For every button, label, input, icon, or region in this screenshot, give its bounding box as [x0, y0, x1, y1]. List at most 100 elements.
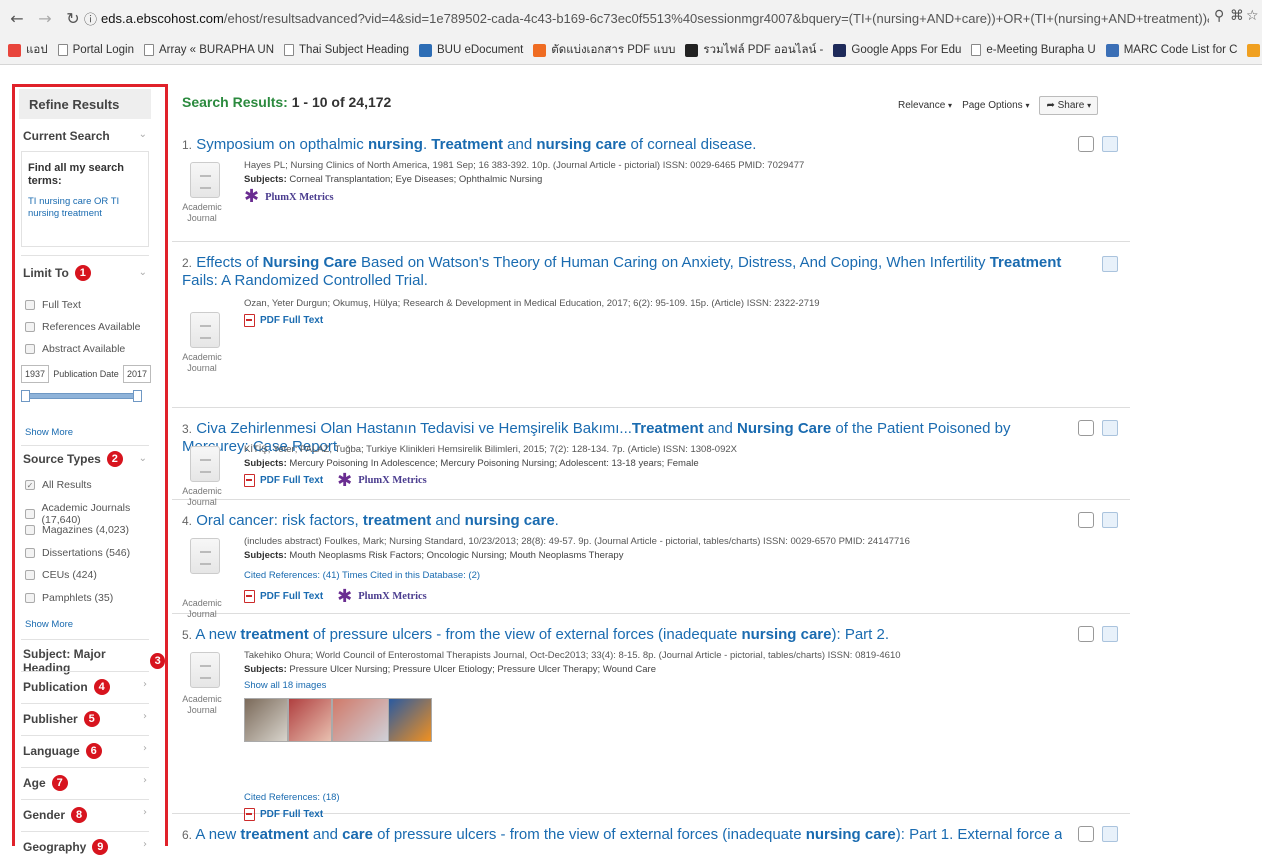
- bookmark-item[interactable]: OPAC..Burapha Unive: [1247, 43, 1262, 57]
- source-type-option[interactable]: Dissertations (546): [25, 547, 130, 559]
- show-more-link[interactable]: Show More: [25, 619, 73, 630]
- preview-magnifier-icon[interactable]: [1078, 826, 1094, 842]
- plumx-metrics-link[interactable]: ✱ PlumX Metrics: [337, 469, 427, 491]
- source-type-option[interactable]: ✓ All Results: [25, 479, 92, 491]
- expand-chevron-icon[interactable]: ›: [143, 743, 147, 754]
- checkbox[interactable]: [25, 322, 35, 332]
- source-type-option[interactable]: Academic Journals (17,640): [25, 502, 165, 526]
- limit-option[interactable]: References Available: [25, 321, 140, 333]
- expand-chevron-icon[interactable]: ›: [143, 679, 147, 690]
- show-all-images-link[interactable]: Show all 18 images: [244, 680, 326, 691]
- checked-checkbox[interactable]: ✓: [25, 480, 35, 490]
- add-to-folder-icon[interactable]: [1102, 626, 1118, 642]
- collapse-chevron-icon[interactable]: ⌄: [139, 129, 147, 140]
- site-info-icon[interactable]: ⓘ: [84, 9, 97, 28]
- add-to-folder-icon[interactable]: [1102, 256, 1118, 272]
- source-type-option[interactable]: CEUs (424): [25, 569, 97, 581]
- plumx-metrics-link[interactable]: ✱ PlumX Metrics: [244, 188, 334, 206]
- facet-heading[interactable]: Publisher 5: [23, 711, 100, 727]
- result-title[interactable]: 2. Effects of Nursing Care Based on Wats…: [182, 254, 1062, 290]
- relevance-dropdown[interactable]: Relevance ▾: [898, 100, 952, 111]
- checkbox[interactable]: [25, 592, 35, 603]
- limit-to-heading[interactable]: Limit To 1: [23, 265, 91, 281]
- result-title[interactable]: 5. A new treatment of pressure ulcers - …: [182, 626, 1062, 644]
- facet-heading[interactable]: Language 6: [23, 743, 102, 759]
- bookmark-item[interactable]: BUU eDocument: [419, 43, 523, 57]
- source-type-option[interactable]: Pamphlets (35): [25, 592, 113, 604]
- result-image-thumbnail[interactable]: [288, 698, 332, 742]
- add-to-folder-icon[interactable]: [1102, 136, 1118, 152]
- results-label: Search Results:: [182, 94, 288, 110]
- checkbox[interactable]: [25, 508, 35, 519]
- zoom-icon[interactable]: ⚲: [1214, 8, 1224, 24]
- pdf-full-text-link[interactable]: PDF Full Text: [244, 590, 323, 603]
- source-type-option[interactable]: Magazines (4,023): [25, 524, 129, 536]
- reload-icon[interactable]: ↻: [62, 9, 84, 28]
- bookmark-star-icon[interactable]: ☆: [1246, 8, 1259, 24]
- current-query-link[interactable]: TI nursing care OR TI nursing treatment: [28, 196, 142, 220]
- bookmark-item[interactable]: แอป: [8, 41, 48, 59]
- current-search-heading[interactable]: Current Search: [23, 129, 110, 143]
- facet-heading[interactable]: Age 7: [23, 775, 68, 791]
- checkbox[interactable]: [25, 525, 35, 535]
- result-image-thumbnail[interactable]: [388, 698, 432, 742]
- expand-chevron-icon[interactable]: ›: [143, 775, 147, 786]
- expand-chevron-icon[interactable]: ›: [143, 807, 147, 818]
- title-text: and: [502, 136, 537, 153]
- preview-magnifier-icon[interactable]: [1078, 420, 1094, 436]
- result-title[interactable]: 6. A new treatment and care of pressure …: [182, 826, 1062, 844]
- bookmark-item[interactable]: e-Meeting Burapha U: [971, 44, 1096, 56]
- pdf-full-text-link[interactable]: PDF Full Text: [244, 474, 323, 487]
- page-options-dropdown[interactable]: Page Options ▾: [962, 100, 1029, 111]
- checkbox[interactable]: [25, 547, 35, 558]
- subjects-label: Subjects:: [244, 550, 287, 561]
- collapse-chevron-icon[interactable]: ⌄: [139, 453, 147, 464]
- add-to-folder-icon[interactable]: [1102, 420, 1118, 436]
- date-from-input[interactable]: 1937: [21, 365, 50, 383]
- preview-magnifier-icon[interactable]: [1078, 512, 1094, 528]
- expand-chevron-icon[interactable]: ›: [143, 711, 147, 722]
- expand-chevron-icon[interactable]: ›: [143, 839, 147, 850]
- cited-references-link[interactable]: Cited References: (41) Times Cited in th…: [244, 570, 480, 581]
- bookmark-item[interactable]: Thai Subject Heading: [284, 44, 409, 56]
- result-image-thumbnail[interactable]: [244, 698, 288, 742]
- bookmark-label: รวมไฟล์ PDF ออนไลน์ -: [703, 44, 824, 56]
- plumx-metrics-link[interactable]: ✱ PlumX Metrics: [337, 587, 427, 605]
- translate-icon[interactable]: ⌘: [1230, 8, 1244, 24]
- checkbox[interactable]: [25, 570, 35, 580]
- forward-arrow-icon[interactable]: →: [34, 9, 56, 28]
- result-title[interactable]: 1. Symposium on opthalmic nursing. Treat…: [182, 136, 1062, 154]
- add-to-folder-icon[interactable]: [1102, 512, 1118, 528]
- date-to-input[interactable]: 2017: [122, 365, 151, 383]
- facet-heading[interactable]: Geography 9: [23, 839, 109, 855]
- bookmark-item[interactable]: รวมไฟล์ PDF ออนไลน์ -: [685, 41, 823, 59]
- source-types-heading[interactable]: Source Types 2: [23, 451, 123, 467]
- plumx-icon: ✱: [337, 469, 353, 491]
- back-arrow-icon[interactable]: ←: [6, 9, 28, 28]
- address-bar[interactable]: ⓘ eds.a.ebscohost.com/ehost/resultsadvan…: [84, 4, 1209, 32]
- page-icon: [971, 44, 982, 56]
- share-button[interactable]: ➦ Share ▾: [1039, 96, 1099, 115]
- bookmark-item[interactable]: Array « BURAPHA UN: [144, 44, 274, 56]
- facet-heading[interactable]: Gender 8: [23, 807, 88, 823]
- date-slider-handle-end[interactable]: [133, 390, 142, 402]
- date-slider-track[interactable]: [25, 393, 137, 399]
- show-more-link[interactable]: Show More: [25, 427, 73, 438]
- preview-magnifier-icon[interactable]: [1078, 626, 1094, 642]
- checkbox[interactable]: [25, 300, 35, 310]
- result-title[interactable]: 4. Oral cancer: risk factors, treatment …: [182, 512, 1062, 530]
- limit-option[interactable]: Full Text: [25, 299, 81, 311]
- bookmark-item[interactable]: Google Apps For Edu: [833, 43, 961, 57]
- add-to-folder-icon[interactable]: [1102, 826, 1118, 842]
- cited-references-link[interactable]: Cited References: (18): [244, 792, 340, 803]
- checkbox[interactable]: [25, 344, 35, 354]
- limit-option[interactable]: Abstract Available: [25, 343, 125, 355]
- bookmark-item[interactable]: Portal Login: [57, 44, 134, 56]
- collapse-chevron-icon[interactable]: ⌄: [139, 267, 147, 278]
- bookmark-item[interactable]: MARC Code List for C: [1105, 43, 1237, 57]
- pdf-full-text-link[interactable]: PDF Full Text: [244, 314, 323, 327]
- facet-heading[interactable]: Publication 4: [23, 679, 110, 695]
- bookmark-item[interactable]: ตัดแบ่งเอกสาร PDF แบบ: [533, 41, 675, 59]
- date-slider-handle-start[interactable]: [21, 390, 30, 402]
- preview-magnifier-icon[interactable]: [1078, 136, 1094, 152]
